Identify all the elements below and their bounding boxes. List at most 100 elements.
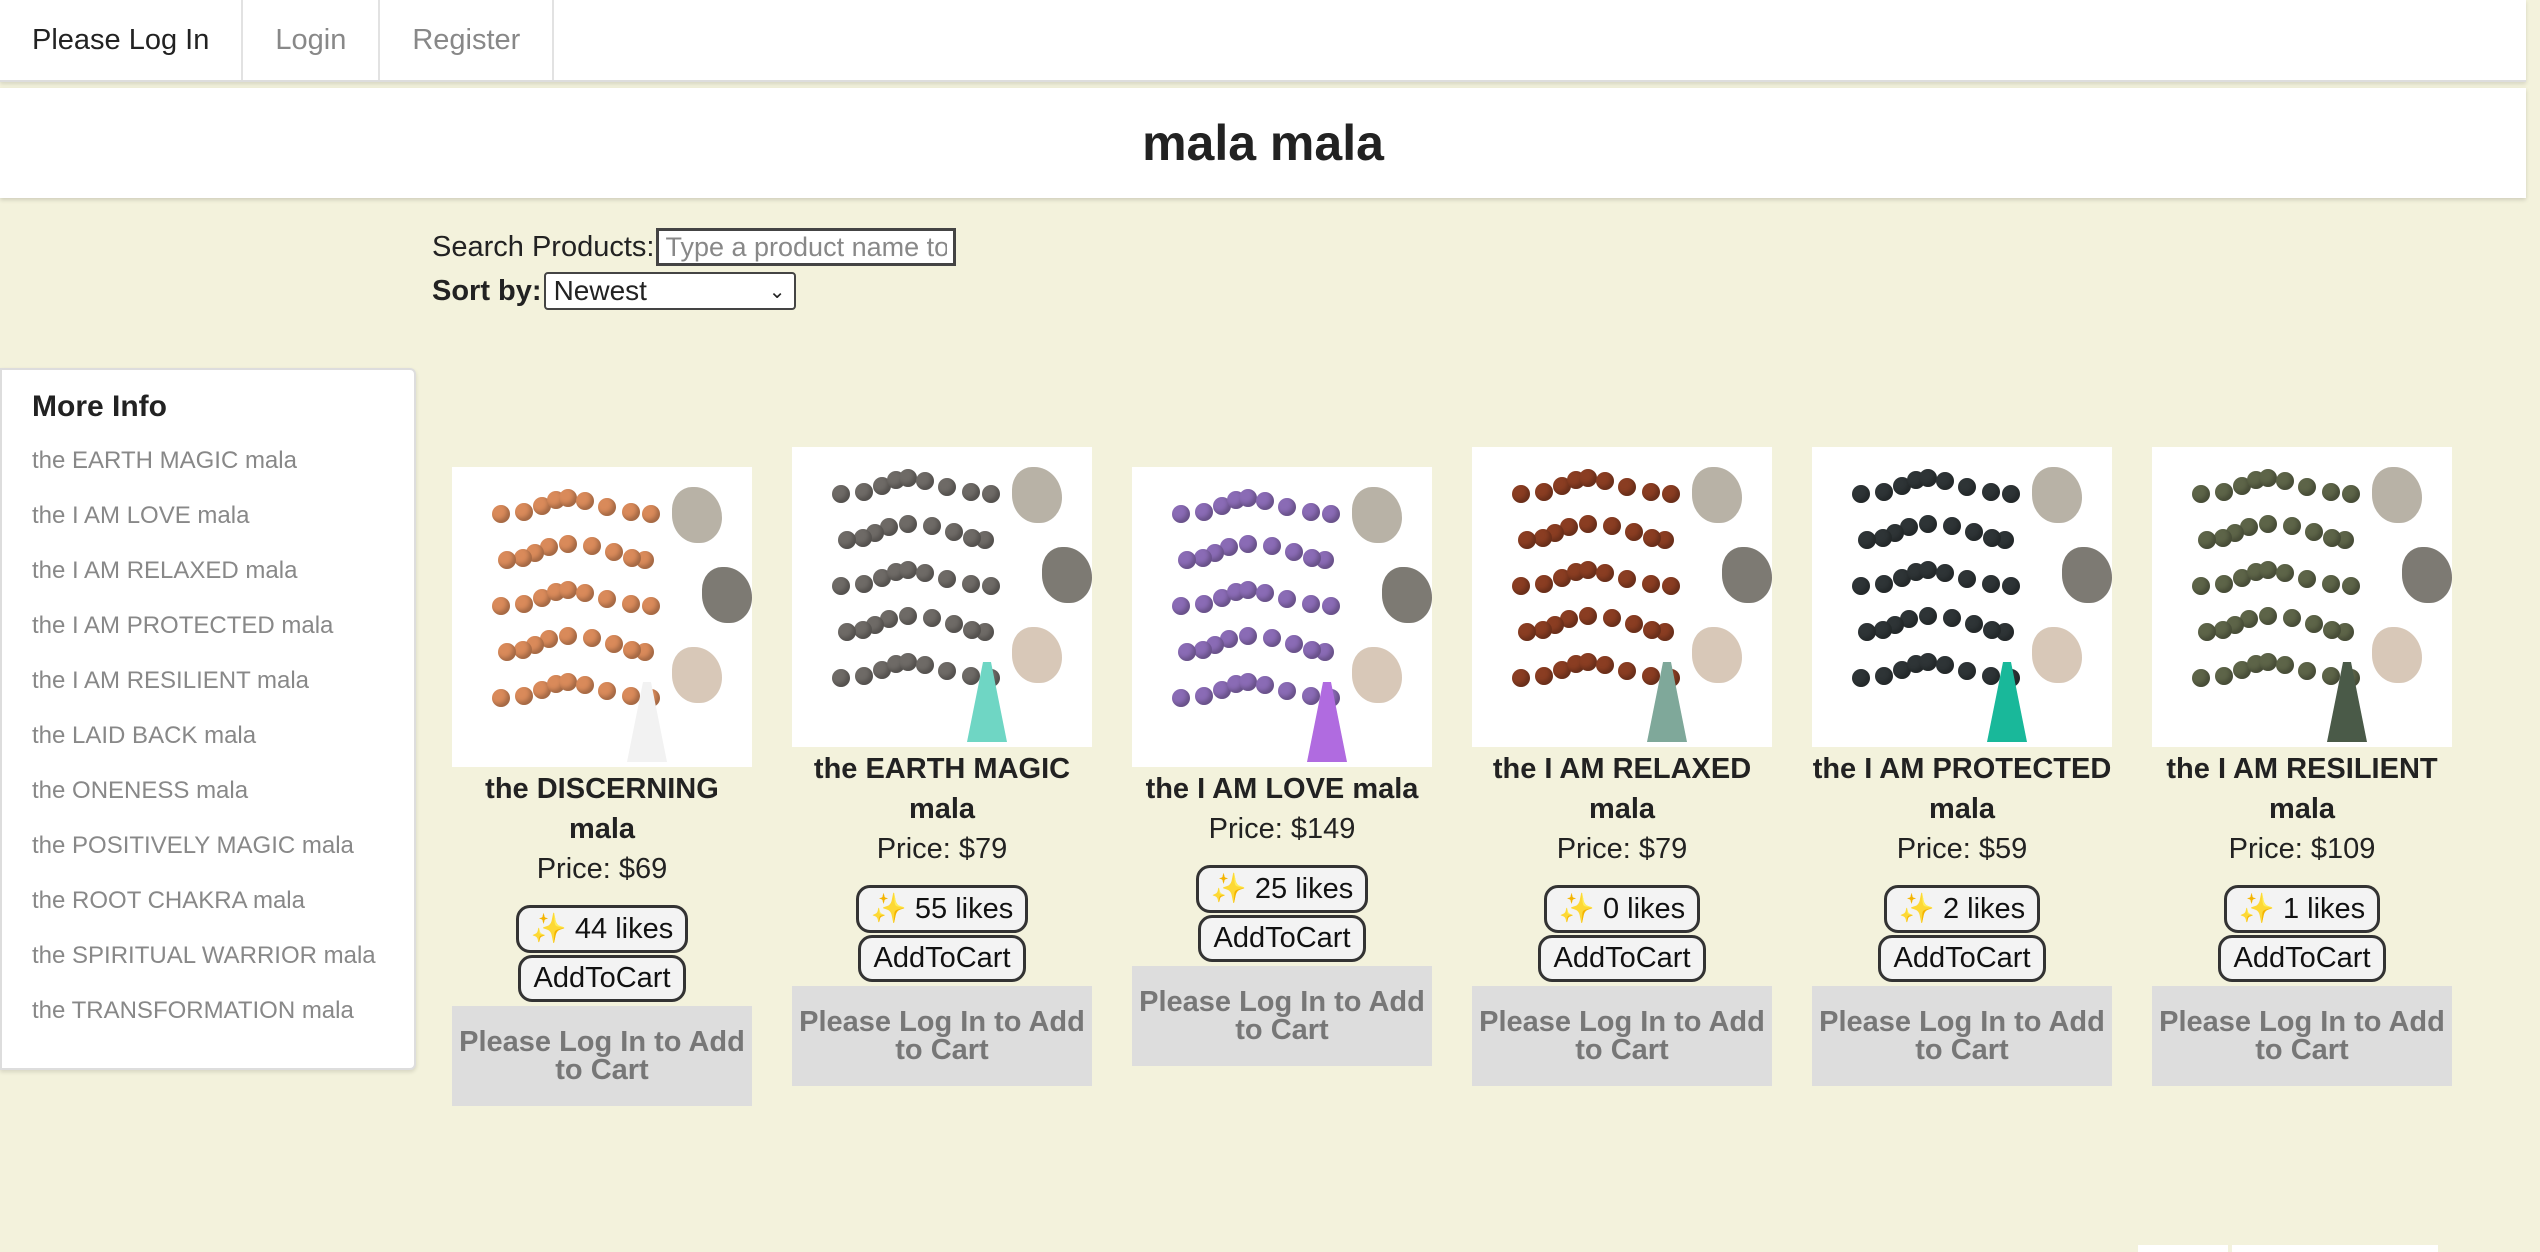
bead bbox=[963, 528, 982, 547]
add-to-cart-button[interactable]: AddToCart bbox=[1878, 935, 2046, 982]
sidebar-item-laid-back[interactable]: the LAID BACK mala bbox=[32, 721, 414, 776]
sidebar-item-oneness[interactable]: the ONENESS mala bbox=[32, 776, 414, 831]
sidebar-item-earth-magic[interactable]: the EARTH MAGIC mala bbox=[32, 446, 414, 501]
add-to-cart-button[interactable]: AddToCart bbox=[1198, 915, 1366, 962]
stone-image bbox=[2032, 627, 2082, 683]
bead bbox=[899, 515, 918, 533]
bead bbox=[621, 503, 640, 522]
bead bbox=[2282, 517, 2301, 536]
bead bbox=[2259, 469, 2278, 487]
product-image[interactable] bbox=[2152, 447, 2452, 747]
sidebar-item-i-am-relaxed[interactable]: the I AM RELAXED mala bbox=[32, 556, 414, 611]
add-to-cart-button[interactable]: AddToCart bbox=[2218, 935, 2386, 982]
product-price: Price: $109 bbox=[2228, 833, 2376, 865]
sidebar-item-i-am-love[interactable]: the I AM LOVE mala bbox=[32, 501, 414, 556]
bead bbox=[899, 469, 918, 487]
bead bbox=[1301, 595, 1320, 614]
bead bbox=[1579, 561, 1598, 579]
login-to-add-cart-button[interactable]: Please Log In to Add to Cart bbox=[1472, 986, 1772, 1086]
product-image[interactable] bbox=[1472, 447, 1772, 747]
bead bbox=[1919, 653, 1938, 671]
footer-fragment bbox=[2232, 1245, 2438, 1252]
sidebar-item-positively-magic[interactable]: the POSITIVELY MAGIC mala bbox=[32, 831, 414, 886]
bead bbox=[855, 666, 874, 685]
product-price: Price: $69 bbox=[536, 853, 668, 885]
nav-register-link[interactable]: Register bbox=[380, 0, 555, 80]
bead bbox=[2298, 569, 2317, 588]
product-name: the I AM RESILIENT mala bbox=[2166, 753, 2438, 825]
like-button[interactable]: ✨ 44 likes bbox=[515, 905, 689, 953]
bead bbox=[1875, 482, 1894, 501]
product-price: Price: $79 bbox=[1556, 833, 1688, 865]
add-to-cart-button[interactable]: AddToCart bbox=[1538, 935, 1706, 982]
bead bbox=[582, 629, 601, 648]
add-to-cart-button[interactable]: AddToCart bbox=[518, 955, 686, 1002]
sidebar-item-root-chakra[interactable]: the ROOT CHAKRA mala bbox=[32, 886, 414, 941]
bead bbox=[605, 634, 624, 653]
bead bbox=[513, 549, 532, 568]
login-to-add-cart-button[interactable]: Please Log In to Add to Cart bbox=[452, 1006, 752, 1106]
stone-image bbox=[1722, 547, 1772, 603]
product-card: the EARTH MAGIC mala Price: $79 ✨ 55 lik… bbox=[792, 447, 1092, 1086]
bead bbox=[938, 477, 957, 496]
product-image[interactable] bbox=[1132, 467, 1432, 767]
stone-image bbox=[2032, 467, 2082, 523]
nav-login-link[interactable]: Login bbox=[243, 0, 381, 80]
add-to-cart-button[interactable]: AddToCart bbox=[858, 935, 1026, 982]
nav-brand[interactable]: Please Log In bbox=[0, 0, 244, 80]
bead bbox=[1641, 575, 1660, 594]
bead bbox=[1875, 666, 1894, 685]
bead bbox=[1983, 528, 2002, 547]
bead bbox=[1852, 485, 1870, 503]
bead bbox=[2001, 484, 2020, 503]
product-price: Price: $79 bbox=[876, 833, 1008, 865]
bead bbox=[598, 681, 617, 700]
bead bbox=[1321, 596, 1340, 615]
bead bbox=[515, 502, 534, 521]
sidebar-item-spiritual-warrior[interactable]: the SPIRITUAL WARRIOR mala bbox=[32, 941, 414, 996]
like-button[interactable]: ✨ 2 likes bbox=[1883, 885, 2041, 933]
sidebar-item-i-am-protected[interactable]: the I AM PROTECTED mala bbox=[32, 611, 414, 666]
login-to-add-cart-button[interactable]: Please Log In to Add to Cart bbox=[1812, 986, 2112, 1086]
sidebar-item-i-am-resilient[interactable]: the I AM RESILIENT mala bbox=[32, 666, 414, 721]
login-to-add-cart-button[interactable]: Please Log In to Add to Cart bbox=[1132, 966, 1432, 1066]
bead bbox=[1193, 549, 1212, 568]
search-input[interactable] bbox=[656, 228, 957, 266]
bead bbox=[1256, 491, 1275, 510]
bead bbox=[1517, 622, 1536, 641]
product-card: the DISCERNING mala Price: $69 ✨ 44 like… bbox=[452, 467, 752, 1106]
bead bbox=[2276, 563, 2295, 582]
product-card: the I AM RELAXED mala Price: $79 ✨ 0 lik… bbox=[1472, 447, 1772, 1086]
sort-select[interactable]: Newest ⌄ bbox=[543, 272, 796, 310]
product-name: the I AM LOVE mala bbox=[1145, 773, 1419, 805]
bead bbox=[945, 614, 964, 633]
like-button[interactable]: ✨ 1 likes bbox=[2223, 885, 2381, 933]
bead bbox=[1239, 627, 1258, 645]
bead bbox=[1875, 574, 1894, 593]
bead bbox=[1852, 669, 1870, 687]
bead bbox=[1301, 503, 1320, 522]
bead bbox=[1177, 550, 1196, 569]
product-image[interactable] bbox=[452, 467, 752, 767]
sidebar-item-transformation[interactable]: the TRANSFORMATION mala bbox=[32, 996, 414, 1051]
like-button[interactable]: ✨ 0 likes bbox=[1543, 885, 1701, 933]
bead bbox=[1533, 621, 1552, 640]
product-name: the DISCERNING mala bbox=[485, 773, 719, 845]
bead bbox=[1919, 561, 1938, 579]
bead bbox=[1239, 489, 1258, 507]
product-price: Price: $149 bbox=[1208, 813, 1356, 845]
login-to-add-cart-button[interactable]: Please Log In to Add to Cart bbox=[2152, 986, 2452, 1086]
bead bbox=[1641, 667, 1660, 686]
bead bbox=[1661, 576, 1680, 595]
login-to-add-cart-button[interactable]: Please Log In to Add to Cart bbox=[792, 986, 1092, 1086]
bead bbox=[2259, 515, 2278, 533]
bead bbox=[497, 642, 516, 661]
like-button[interactable]: ✨ 25 likes bbox=[1195, 865, 1369, 913]
like-button[interactable]: ✨ 55 likes bbox=[855, 885, 1029, 933]
bead bbox=[1981, 667, 2000, 686]
top-nav: Please Log In Login Register bbox=[0, 0, 2526, 82]
product-image[interactable] bbox=[1812, 447, 2112, 747]
stone-image bbox=[1382, 567, 1432, 623]
bead bbox=[1256, 583, 1275, 602]
product-image[interactable] bbox=[792, 447, 1092, 747]
